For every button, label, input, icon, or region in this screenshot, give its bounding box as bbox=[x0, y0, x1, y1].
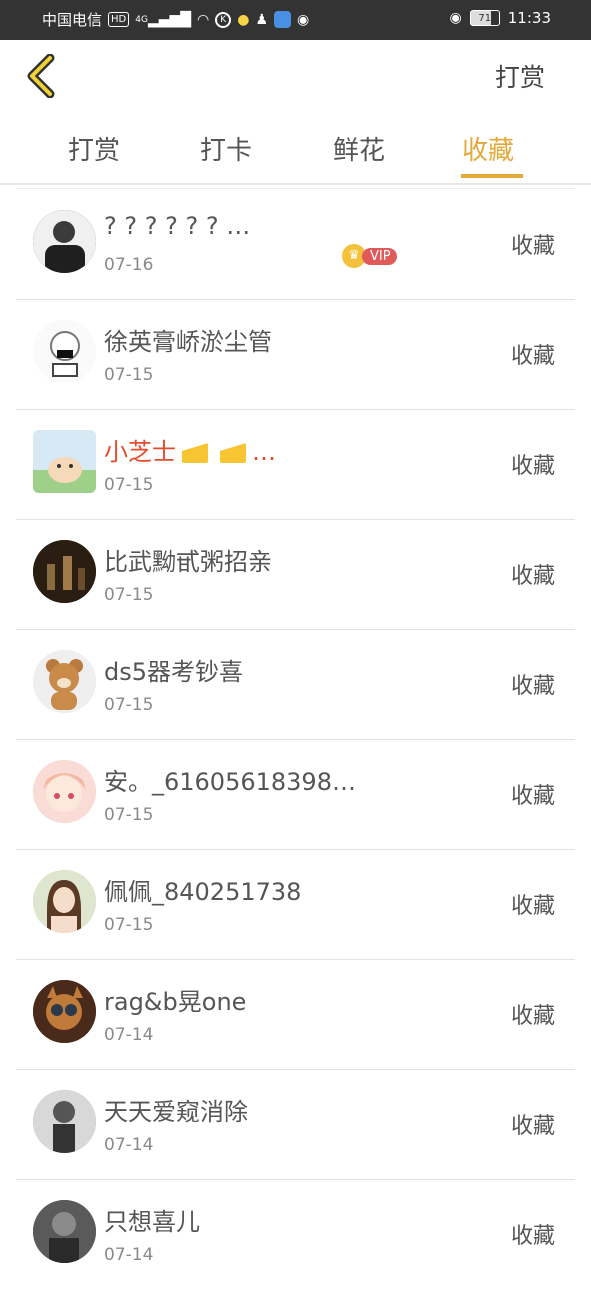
date-label: 07-15 bbox=[104, 915, 154, 935]
back-button[interactable] bbox=[26, 53, 66, 99]
list-item[interactable]: ds5器考钞喜 07-15 收藏 bbox=[0, 630, 591, 740]
cheese-emoji-icon bbox=[220, 443, 246, 463]
action-label[interactable]: 收藏 bbox=[511, 888, 555, 920]
avatar[interactable] bbox=[33, 430, 96, 493]
user-name: 佩佩_840251738 bbox=[104, 878, 302, 906]
avatar[interactable] bbox=[33, 650, 96, 713]
avatar[interactable] bbox=[33, 540, 96, 603]
wifi-icon: ◠ bbox=[197, 11, 210, 28]
date-label: 07-15 bbox=[104, 805, 154, 825]
avatar[interactable] bbox=[33, 870, 96, 933]
user-name: 安。_61605618398… bbox=[104, 768, 356, 796]
k-app-icon: K bbox=[215, 11, 232, 28]
divider bbox=[0, 183, 591, 185]
list-item[interactable]: rag&b晃one 07-14 收藏 bbox=[0, 960, 591, 1070]
vip-badge: ♛ VIP bbox=[342, 244, 397, 268]
header-title[interactable]: 打赏 bbox=[495, 58, 545, 94]
status-bar: 中国电信 HD 4G▂▄▆█ ◠ K ● ♟ ◉ ◉ 71 11:33 bbox=[0, 0, 591, 40]
user-name: 比武黝甙粥招亲 bbox=[104, 548, 272, 576]
divider bbox=[16, 188, 574, 189]
chevron-left-icon bbox=[27, 53, 55, 99]
tab-favorites[interactable]: 收藏 bbox=[462, 130, 514, 167]
avatar[interactable] bbox=[33, 1090, 96, 1153]
user-name: rag&b晃one bbox=[104, 988, 247, 1016]
list-item[interactable]: ? ? ? ? ? ? … 07-16 收藏 bbox=[0, 190, 591, 300]
date-label: 07-14 bbox=[104, 1245, 154, 1265]
qq-icon: ♟ bbox=[255, 11, 269, 28]
user-name: ? ? ? ? ? ? … bbox=[104, 212, 251, 240]
action-label[interactable]: 收藏 bbox=[511, 228, 555, 260]
list-item[interactable]: 安。_61605618398… 07-15 收藏 bbox=[0, 740, 591, 850]
eye-icon: ◉ bbox=[449, 10, 462, 26]
signal-icon: 4G▂▄▆█ bbox=[135, 11, 192, 28]
user-name: ds5器考钞喜 bbox=[104, 658, 244, 686]
date-label: 07-15 bbox=[104, 695, 154, 715]
list-item[interactable]: 佩佩_840251738 07-15 收藏 bbox=[0, 850, 591, 960]
avatar[interactable] bbox=[33, 980, 96, 1043]
bulb-icon: ● bbox=[237, 11, 250, 28]
list-item[interactable]: 只想喜儿 07-14 收藏 bbox=[0, 1180, 591, 1290]
user-name: 徐英膏峤淤尘管 bbox=[104, 328, 272, 356]
hd-badge: HD bbox=[108, 12, 130, 27]
user-name: 天天爱窥消除 bbox=[104, 1098, 248, 1126]
status-left: 中国电信 HD 4G▂▄▆█ ◠ K ● ♟ ◉ bbox=[42, 9, 309, 30]
user-name: 只想喜儿 bbox=[104, 1208, 200, 1236]
battery-icon: 71 bbox=[469, 10, 500, 26]
favorites-list: ? ? ? ? ? ? … 07-16 收藏 徐英膏峤淤尘管 07-15 收藏 … bbox=[0, 190, 591, 1290]
date-label: 07-15 bbox=[104, 475, 154, 495]
user-name: 小芝士… bbox=[104, 438, 276, 466]
tab-flowers[interactable]: 鲜花 bbox=[333, 130, 385, 167]
carrier-label: 中国电信 bbox=[42, 11, 103, 29]
app-icon bbox=[274, 11, 292, 28]
action-label[interactable]: 收藏 bbox=[511, 998, 555, 1030]
clock: 11:33 bbox=[507, 9, 551, 27]
action-label[interactable]: 收藏 bbox=[511, 558, 555, 590]
date-label: 07-14 bbox=[104, 1025, 154, 1045]
avatar[interactable] bbox=[33, 760, 96, 823]
avatar[interactable] bbox=[33, 1200, 96, 1263]
vip-label: VIP bbox=[362, 247, 397, 265]
action-label[interactable]: 收藏 bbox=[511, 778, 555, 810]
status-right: ◉ 71 11:33 bbox=[450, 9, 551, 27]
date-label: 07-15 bbox=[104, 585, 154, 605]
cheese-emoji-icon bbox=[182, 443, 208, 463]
date-label: 07-14 bbox=[104, 1135, 154, 1155]
date-label: 07-16 bbox=[104, 255, 154, 275]
action-label[interactable]: 收藏 bbox=[511, 448, 555, 480]
action-label[interactable]: 收藏 bbox=[511, 1218, 555, 1250]
active-tab-indicator bbox=[461, 174, 523, 178]
wechat-icon: ◉ bbox=[297, 11, 310, 28]
action-label[interactable]: 收藏 bbox=[511, 338, 555, 370]
action-label[interactable]: 收藏 bbox=[511, 668, 555, 700]
avatar[interactable] bbox=[33, 320, 96, 383]
tab-checkin[interactable]: 打卡 bbox=[200, 130, 252, 167]
action-label[interactable]: 收藏 bbox=[511, 1108, 555, 1140]
list-item[interactable]: 比武黝甙粥招亲 07-15 收藏 bbox=[0, 520, 591, 630]
header: 打赏 bbox=[0, 40, 591, 116]
list-item[interactable]: 天天爱窥消除 07-14 收藏 bbox=[0, 1070, 591, 1180]
tab-reward[interactable]: 打赏 bbox=[68, 130, 120, 167]
list-item[interactable]: 小芝士… 07-15 收藏 bbox=[0, 410, 591, 520]
avatar[interactable] bbox=[33, 210, 96, 273]
list-item[interactable]: 徐英膏峤淤尘管 07-15 收藏 bbox=[0, 300, 591, 410]
date-label: 07-15 bbox=[104, 365, 154, 385]
